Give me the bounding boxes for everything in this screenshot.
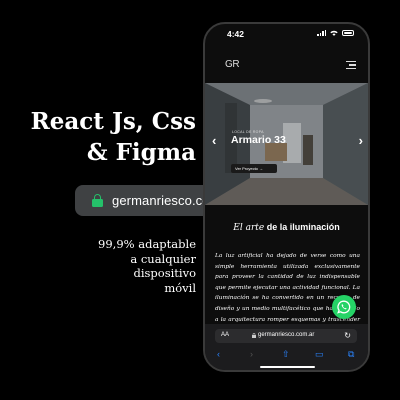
whatsapp-icon [337,300,351,314]
reload-icon[interactable]: ↻ [344,331,351,340]
address-text: germanriesco.com.ar [258,332,315,338]
phone-mockup: 4:42 GR LOCAL DE ROPA Armario 33 ‹ › Ver… [203,22,370,372]
home-indicator [260,366,315,368]
section-title: El arte de la iluminación [205,222,368,233]
address-bar[interactable]: AA germanriesco.com.ar ↻ [215,329,357,343]
forward-icon[interactable]: › [250,349,253,359]
tagline-line: a cualquier [130,251,196,266]
tagline-line: móvil [164,280,196,295]
browser-bar: AA germanriesco.com.ar ↻ ‹ › ⇧ ▭ ⧉ [205,324,368,370]
section-title-rest: de la iluminación [264,222,340,232]
view-project-button[interactable]: Ver Proyecto → [231,164,277,173]
whatsapp-button[interactable] [332,295,356,319]
tagline: 99,9% adaptable a cualquier dispositivo … [60,237,196,295]
chevron-right-icon[interactable]: › [359,133,363,148]
tagline-line: dispositivo [133,266,196,280]
headline-line-1: React Js, Css [30,108,196,135]
wifi-icon [330,30,338,36]
status-bar: 4:42 [205,24,368,44]
chevron-left-icon[interactable]: ‹ [212,133,216,148]
headline-line-2: & Figma [86,139,196,166]
tabs-icon[interactable]: ⧉ [348,349,354,360]
browser-toolbar: ‹ › ⇧ ▭ ⧉ [205,349,368,363]
section-title-emphasis: El arte [233,223,265,233]
site-header: GR [205,54,368,78]
tagline-line: 99,9% adaptable [98,237,196,251]
promo-headline: React Js, Css & Figma [26,106,196,168]
back-icon[interactable]: ‹ [217,349,220,359]
battery-icon [342,29,354,36]
reader-aa-button[interactable]: AA [221,332,229,338]
status-time: 4:42 [227,29,245,39]
lock-icon [252,333,256,338]
menu-icon[interactable] [346,61,356,69]
hero-title: Armario 33 [231,134,286,146]
bookmarks-icon[interactable]: ▭ [315,349,324,360]
hero-image [205,83,368,205]
signal-icon [317,29,326,36]
site-logo[interactable]: GR [225,59,240,70]
hero-carousel: LOCAL DE ROPA Armario 33 ‹ › Ver Proyect… [205,83,368,205]
share-icon[interactable]: ⇧ [282,349,290,360]
lock-icon [92,194,103,207]
